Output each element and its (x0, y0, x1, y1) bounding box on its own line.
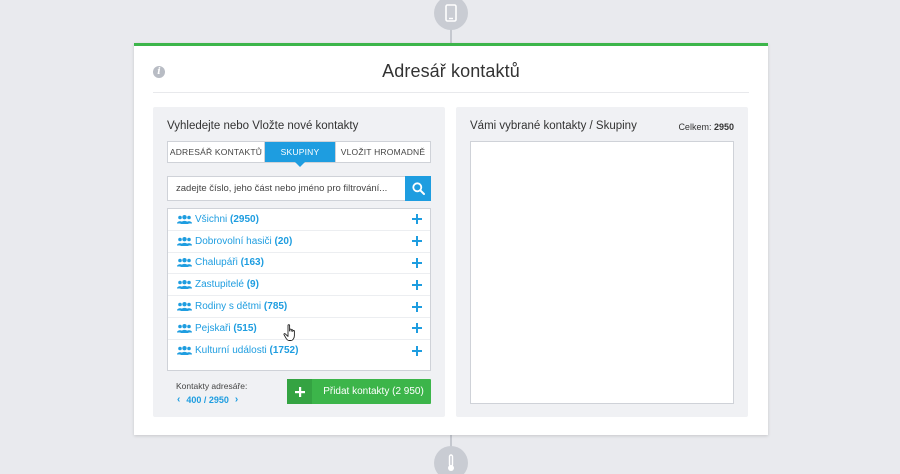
pager: ‹ 400 / 2950 › (175, 394, 240, 405)
selected-panel: Vámi vybrané kontakty / Skupiny Celkem: … (456, 107, 748, 417)
group-name: Dobrovolní hasiči (20) (195, 235, 293, 247)
users-icon (177, 214, 192, 224)
add-group-icon[interactable] (412, 345, 422, 356)
chevron-left-icon[interactable]: ‹ (175, 394, 182, 405)
add-group-icon[interactable] (412, 279, 422, 290)
chevron-right-icon[interactable]: › (233, 394, 240, 405)
contacts-card: i Adresář kontaktů Vyhledejte nebo Vložt… (134, 43, 768, 435)
group-name: Zastupitelé (9) (195, 279, 259, 291)
title-divider (153, 92, 749, 93)
search-bar (167, 176, 431, 201)
tab-address-book[interactable]: Adresář kontaktů (168, 142, 265, 162)
group-name: Rodiny s dětmi (785) (195, 301, 288, 313)
group-name: Kulturní události (1752) (195, 345, 299, 357)
add-group-icon[interactable] (412, 301, 422, 312)
selected-panel-heading: Vámi vybrané kontakty / Skupiny (470, 120, 637, 132)
add-group-icon[interactable] (412, 257, 422, 268)
search-button[interactable] (405, 176, 431, 201)
search-input[interactable] (167, 176, 405, 201)
group-name: Pejskaři (515) (195, 322, 257, 334)
selected-contacts-list[interactable] (470, 141, 734, 404)
group-row[interactable]: Zastupitelé (9) (168, 274, 430, 297)
phone-icon (445, 4, 457, 22)
users-icon (177, 236, 192, 246)
add-group-icon[interactable] (412, 214, 422, 225)
group-row[interactable]: Kulturní události (1752) (168, 340, 430, 362)
thermometer-icon (448, 454, 454, 471)
search-icon (411, 182, 425, 195)
search-panel-heading: Vyhledejte nebo Vložte nové kontakty (167, 120, 359, 132)
page-title: Adresář kontaktů (382, 61, 520, 81)
users-icon (177, 280, 192, 290)
users-icon (177, 258, 192, 268)
add-contacts-label: Přidat kontakty (2 950) (323, 386, 424, 397)
add-contacts-button[interactable]: Přidat kontakty (2 950) (287, 379, 431, 404)
pager-pages: 400 / 2950 (186, 394, 229, 405)
source-tabs: Adresář kontaktů Skupiny Vložit hromadně (167, 141, 431, 167)
group-name: Všichni (2950) (195, 213, 259, 225)
plus-icon (287, 379, 312, 404)
group-row[interactable]: Pejskaři (515) (168, 318, 430, 340)
hand-cursor-icon (283, 324, 295, 341)
group-name: Chalupáři (163) (195, 257, 264, 269)
group-list: Všichni (2950) Dobrovolní hasiči (20) Ch… (167, 208, 431, 371)
group-row[interactable]: Chalupáři (163) (168, 253, 430, 275)
pager-label: Kontakty adresáře: (176, 381, 248, 391)
thermometer-step-node (434, 446, 468, 474)
group-row[interactable]: Rodiny s dětmi (785) (168, 296, 430, 318)
tab-bulk-insert[interactable]: Vložit hromadně (336, 142, 430, 162)
users-icon (177, 346, 192, 356)
users-icon (177, 323, 192, 333)
group-row[interactable]: Dobrovolní hasiči (20) (168, 231, 430, 253)
search-panel: Vyhledejte nebo Vložte nové kontakty Adr… (153, 107, 445, 417)
users-icon (177, 302, 192, 312)
tab-groups[interactable]: Skupiny (265, 142, 336, 167)
phone-step-node (434, 0, 468, 30)
group-row[interactable]: Všichni (2950) (168, 209, 430, 231)
total-count: Celkem: 2950 (678, 122, 734, 132)
add-group-icon[interactable] (412, 323, 422, 334)
add-group-icon[interactable] (412, 236, 422, 247)
